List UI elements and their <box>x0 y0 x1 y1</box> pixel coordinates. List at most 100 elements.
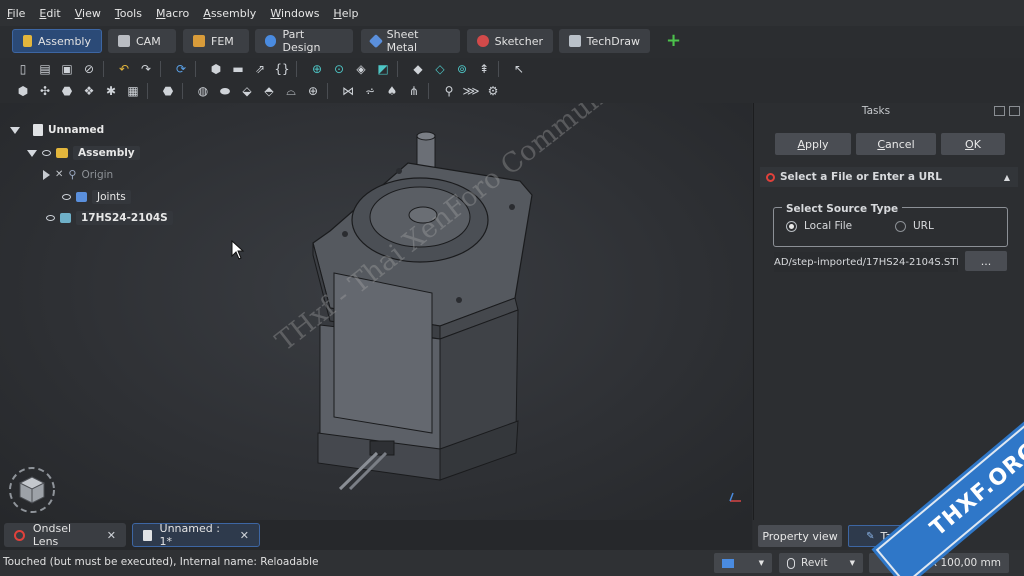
tree-item-origin[interactable]: ✕ ⚲ Origin <box>43 168 113 181</box>
save-icon[interactable]: ▣ <box>56 60 78 78</box>
navigation-style-selector[interactable]: Revit ▼ <box>779 553 863 573</box>
view-menu-icon[interactable]: ◇ <box>429 60 451 78</box>
undo-icon[interactable]: ↶ <box>113 60 135 78</box>
menu-view[interactable]: View <box>68 7 108 20</box>
std-views-icon[interactable]: ◆ <box>407 60 429 78</box>
dimension-indicator[interactable]: m x 100,00 mm <box>869 553 1009 573</box>
task-section-header[interactable]: Select a File or Enter a URL ▲ <box>760 167 1018 187</box>
zoom-fit-icon[interactable]: ⊕ <box>306 60 328 78</box>
belt-icon[interactable]: ⋙ <box>460 82 482 100</box>
slider-joint-icon[interactable]: ⬙ <box>236 82 258 100</box>
measure-icon[interactable]: ⊚ <box>451 60 473 78</box>
insert-component-icon[interactable]: ⬢ <box>12 82 34 100</box>
fixed-joint-icon[interactable]: ⬣ <box>157 82 179 100</box>
sheet-metal-icon <box>368 34 383 48</box>
new-file-icon[interactable]: ▯ <box>12 60 34 78</box>
part-icon[interactable]: ⬢ <box>205 60 227 78</box>
whats-this-icon[interactable]: ↖ <box>508 60 530 78</box>
group-icon[interactable]: ▬ <box>227 60 249 78</box>
tree-item-unnamed[interactable]: Unnamed <box>10 124 104 136</box>
link-icon[interactable]: ⇗ <box>249 60 271 78</box>
bom-icon[interactable]: ▦ <box>122 82 144 100</box>
create-joint-icon[interactable]: ✱ <box>100 82 122 100</box>
explode-icon[interactable]: ❖ <box>78 82 100 100</box>
menu-tools[interactable]: Tools <box>108 7 149 20</box>
collapse-section-icon[interactable]: ▲ <box>1004 173 1010 182</box>
workbench-tab-sketcher[interactable]: Sketcher <box>467 29 553 53</box>
new-assembly-icon[interactable]: ✣ <box>34 82 56 100</box>
menu-file[interactable]: File <box>0 7 32 20</box>
apply-button[interactable]: Apply <box>775 133 851 155</box>
workbench-tab-fem[interactable]: FEM <box>183 29 249 53</box>
bounding-box-icon[interactable]: ◩ <box>372 60 394 78</box>
workbench-tab-cam[interactable]: CAM <box>108 29 176 53</box>
cylindrical-joint-icon[interactable]: ⬬ <box>214 82 236 100</box>
stepper-motor-model[interactable] <box>0 103 752 520</box>
menu-edit[interactable]: Edit <box>32 7 67 20</box>
collapse-icon[interactable] <box>43 169 50 180</box>
doc-tab-ondsel-lens[interactable]: Ondsel Lens ✕ <box>4 522 126 548</box>
close-tab-icon[interactable]: ✕ <box>107 529 116 542</box>
rack-pinion-icon[interactable]: ♠ <box>381 82 403 100</box>
property-view-tab[interactable]: Property view <box>758 525 842 547</box>
solve-icon[interactable]: ⬣ <box>56 82 78 100</box>
document-icon <box>33 124 43 136</box>
doc-tab-unnamed[interactable]: Unnamed : 1* ✕ <box>132 522 260 548</box>
expand-icon[interactable] <box>10 126 20 134</box>
mouse-icon <box>787 557 795 569</box>
browse-button[interactable]: ... <box>965 251 1007 271</box>
visibility-eye-icon[interactable] <box>42 150 51 156</box>
tree-item-assembly[interactable]: Assembly <box>27 146 140 160</box>
toolbar-separator <box>296 61 303 77</box>
float-panel-icon[interactable] <box>994 106 1005 116</box>
workbench-tab-part-design[interactable]: Part Design <box>255 28 353 54</box>
status-bar: Touched (but must be executed), Internal… <box>0 550 1024 576</box>
stop-icon[interactable]: ⊘ <box>78 60 100 78</box>
draw-style-icon[interactable]: ◈ <box>350 60 372 78</box>
open-file-icon[interactable]: ▤ <box>34 60 56 78</box>
tree-item-part[interactable]: 17HS24-2104S <box>46 211 173 225</box>
workbench-tab-sheet-metal[interactable]: Sheet Metal <box>361 28 460 54</box>
macro-icon[interactable]: {} <box>271 60 293 78</box>
hidden-eye-icon[interactable]: ✕ <box>55 169 63 180</box>
zoom-selection-icon[interactable]: ⊙ <box>328 60 350 78</box>
local-file-radio[interactable]: Local File <box>786 220 852 232</box>
refresh-icon[interactable]: ⟳ <box>170 60 192 78</box>
sketcher-icon <box>477 35 489 47</box>
redo-icon[interactable]: ↷ <box>135 60 157 78</box>
file-path-input[interactable]: AD/step-imported/17HS24-2104S.STEP <box>774 252 958 272</box>
expand-icon[interactable] <box>27 149 37 157</box>
status-message: Touched (but must be executed), Internal… <box>3 556 319 568</box>
gears-icon[interactable]: ⚲ <box>438 82 460 100</box>
close-panel-icon[interactable] <box>1009 106 1020 116</box>
parallel-joint-icon[interactable]: ⊕ <box>302 82 324 100</box>
angle-joint-icon[interactable]: ⋈ <box>337 82 359 100</box>
visibility-eye-icon[interactable] <box>62 194 71 200</box>
3d-view[interactable]: THxf - Thai XenForo Community Unnamed As… <box>0 103 752 520</box>
screw-joint-icon[interactable]: ⋔ <box>403 82 425 100</box>
close-tab-icon[interactable]: ✕ <box>240 529 249 542</box>
menu-assembly[interactable]: Assembly <box>196 7 263 20</box>
url-radio[interactable]: URL <box>895 220 934 232</box>
tasks-tab[interactable]: ✎ Tasks <box>848 525 928 547</box>
tree-item-joints[interactable]: Joints <box>62 190 131 204</box>
ball-joint-icon[interactable]: ⬘ <box>258 82 280 100</box>
navigation-cube[interactable] <box>4 461 60 517</box>
revolute-joint-icon[interactable]: ◍ <box>192 82 214 100</box>
draw-style-selector[interactable]: ▼ <box>714 553 772 573</box>
cancel-button[interactable]: Cancel <box>856 133 936 155</box>
ok-button[interactable]: OK <box>941 133 1005 155</box>
workbench-tab-techdraw[interactable]: TechDraw <box>559 29 650 53</box>
distance-joint-icon[interactable]: ⌓ <box>280 82 302 100</box>
mouse-cursor-icon <box>231 240 245 260</box>
axis-cross-icon <box>729 492 741 502</box>
simulation-icon[interactable]: ⚙ <box>482 82 504 100</box>
visibility-eye-icon[interactable] <box>46 215 55 221</box>
menu-macro[interactable]: Macro <box>149 7 196 20</box>
add-workbench-icon[interactable]: + <box>666 30 681 51</box>
menu-windows[interactable]: Windows <box>263 7 326 20</box>
perpendicular-joint-icon[interactable]: ⩫ <box>359 82 381 100</box>
workbench-tab-assembly[interactable]: Assembly <box>12 29 102 53</box>
pin-icon[interactable]: ⇞ <box>473 60 495 78</box>
menu-help[interactable]: Help <box>326 7 365 20</box>
